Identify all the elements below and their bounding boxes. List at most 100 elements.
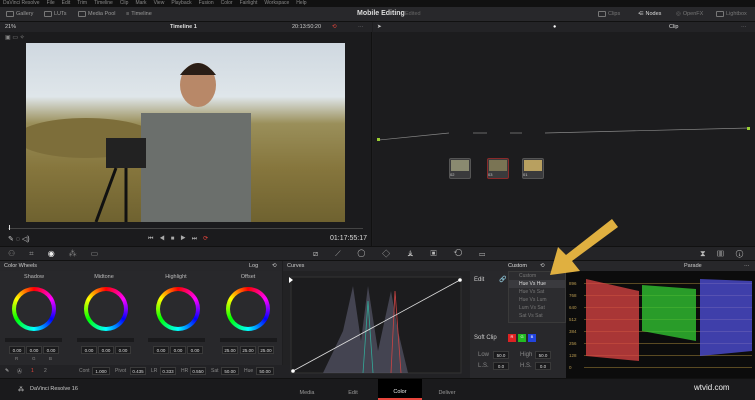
node-01[interactable]: 01 (522, 158, 544, 179)
wheel-mode-dropdown[interactable]: Log (249, 261, 258, 271)
highlight-b-input[interactable]: 0.00 (187, 346, 203, 354)
menu-playback[interactable]: Playback (171, 0, 191, 7)
menu-edit[interactable]: Edit (62, 0, 71, 7)
offset-r-input[interactable]: 25.00 (222, 346, 238, 354)
tool-icons[interactable]: ✎ ◌ ◁) (8, 235, 30, 243)
shadow-r-input[interactable]: 0.00 (9, 346, 25, 354)
shadow-b-input[interactable]: 0.00 (43, 346, 59, 354)
offset-b-input[interactable]: 25.00 (258, 346, 274, 354)
menu-item-hue-vs-hue[interactable]: Hue Vs Hue (509, 280, 565, 288)
nodes-button[interactable]: ⋲ Nodes (638, 11, 661, 17)
highlight-g-input[interactable]: 0.00 (170, 346, 186, 354)
reset-icon[interactable]: ⟲ (272, 261, 277, 271)
shadow-g-input[interactable]: 0.00 (26, 346, 42, 354)
menu-item-sat-vs-sat[interactable]: Sat Vs Sat (509, 312, 565, 320)
gallery-button[interactable]: Gallery (6, 11, 33, 17)
palette-left-icons[interactable]: ⚇⌗◉⁂▭ (8, 249, 112, 259)
menu-item-hue-vs-lum[interactable]: Hue Vs Lum (509, 296, 565, 304)
soft-clip-green-button[interactable]: G (518, 334, 526, 342)
clip-mode-dropdown[interactable]: Clip (669, 22, 678, 32)
palette-right-icons[interactable]: ⧄⟋◯◇♗▣⟲▭ (313, 249, 502, 259)
offset-wheel[interactable] (226, 287, 270, 331)
auto-balance-icon[interactable]: ✎ (5, 368, 9, 374)
menu-fairlight[interactable]: Fairlight (240, 0, 258, 7)
clips-icon (598, 11, 606, 17)
high-input[interactable]: 50.0 (535, 351, 551, 359)
menu-workspace[interactable]: Workspace (264, 0, 289, 7)
scope-mode-dropdown[interactable]: Parade (684, 261, 702, 271)
scope-more-icon[interactable]: ··· (744, 261, 750, 271)
lr-input[interactable]: 0.333 (160, 367, 176, 375)
page-color[interactable]: Color (378, 379, 422, 400)
page-media[interactable]: Media (285, 380, 329, 396)
highlight-r-input[interactable]: 0.00 (153, 346, 169, 354)
scope-icons[interactable]: ⧗▥ⓘ (700, 249, 755, 259)
curves-graph[interactable] (283, 271, 470, 375)
node-02[interactable]: 02 (449, 158, 471, 179)
hs-input[interactable]: 0.0 (535, 362, 551, 370)
playhead-timecode: 01:17:55:17 (330, 235, 367, 242)
annotation-arrow-icon (550, 219, 618, 275)
sat-input[interactable]: 50.00 (221, 367, 239, 375)
scrubber-bar[interactable] (8, 228, 363, 229)
soft-clip-blue-button[interactable]: B (528, 334, 536, 342)
node-editor: 02 03 01 (373, 32, 755, 246)
auto-icon[interactable]: Ⓐ (17, 368, 22, 375)
media-pool-button[interactable]: Media Pool (78, 11, 116, 17)
shadow-master-slider[interactable] (5, 338, 62, 342)
menu-clip[interactable]: Clip (120, 0, 129, 7)
midtone-wheel[interactable] (84, 287, 128, 331)
sync-icon[interactable]: ⟲ (332, 22, 337, 32)
page-deliver[interactable]: Deliver (425, 380, 469, 396)
playhead[interactable] (9, 225, 10, 230)
timeline-dropdown[interactable]: Timeline 1 (170, 22, 197, 32)
menu-file[interactable]: File (47, 0, 55, 7)
link-icon[interactable]: 🔗 (499, 276, 506, 283)
luts-button[interactable]: LUTs (44, 11, 67, 17)
lightbox-button[interactable]: Lightbox (716, 11, 747, 17)
page-1-button[interactable]: 1 (31, 368, 34, 374)
hr-input[interactable]: 0.550 (190, 367, 206, 375)
midtone-g-input[interactable]: 0.00 (98, 346, 114, 354)
menu-timeline[interactable]: Timeline (94, 0, 113, 7)
offset-master-slider[interactable] (220, 338, 277, 342)
menu-help[interactable]: Help (296, 0, 306, 7)
shadow-wheel[interactable] (12, 287, 56, 331)
menu-app[interactable]: DaVinci Resolve (3, 0, 40, 7)
scope-tick: 256 (569, 341, 577, 346)
timeline-button[interactable]: ≡ Timeline (126, 11, 152, 17)
midtone-b-input[interactable]: 0.00 (115, 346, 131, 354)
page-2-button[interactable]: 2 (44, 368, 47, 374)
menu-item-hue-vs-sat[interactable]: Hue Vs Sat (509, 288, 565, 296)
menu-color[interactable]: Color (221, 0, 233, 7)
menu-item-lum-vs-sat[interactable]: Lum Vs Sat (509, 304, 565, 312)
menu-fusion[interactable]: Fusion (199, 0, 214, 7)
menu-mark[interactable]: Mark (135, 0, 146, 7)
low-input[interactable]: 50.0 (493, 351, 509, 359)
menu-trim[interactable]: Trim (77, 0, 87, 7)
soft-clip-red-button[interactable]: R (508, 334, 516, 342)
page-edit[interactable]: Edit (331, 380, 375, 396)
clips-button[interactable]: Clips (598, 11, 620, 17)
midtone-master-slider[interactable] (77, 338, 134, 342)
midtone-r-input[interactable]: 0.00 (81, 346, 97, 354)
node-03[interactable]: 03 (487, 158, 509, 179)
curves-mode-dropdown[interactable]: Custom (508, 261, 527, 271)
pointer-tool-icon[interactable]: ➤ (377, 22, 382, 32)
highlight-master-slider[interactable] (148, 338, 205, 342)
contrast-input[interactable]: 1.000 (92, 367, 110, 375)
loop-icon[interactable]: ⟳ (203, 236, 214, 242)
ls-input[interactable]: 0.0 (493, 362, 509, 370)
video-frame (26, 43, 345, 222)
menu-view[interactable]: View (154, 0, 165, 7)
transport-controls[interactable]: ⏮◀■▶⏭⟳ (148, 235, 214, 243)
zoom-dropdown[interactable]: 21% (5, 22, 16, 32)
highlight-wheel[interactable] (156, 287, 200, 331)
viewer-layout-icons[interactable]: ▣ ▭ ✧ (5, 34, 25, 41)
node-more-icon[interactable]: ··· (741, 22, 747, 32)
offset-g-input[interactable]: 25.00 (240, 346, 256, 354)
more-options-icon[interactable]: ··· (358, 22, 364, 32)
openfx-button[interactable]: ◎ OpenFX (676, 11, 703, 17)
pivot-input[interactable]: 0.435 (130, 367, 146, 375)
hue-input[interactable]: 50.00 (256, 367, 274, 375)
